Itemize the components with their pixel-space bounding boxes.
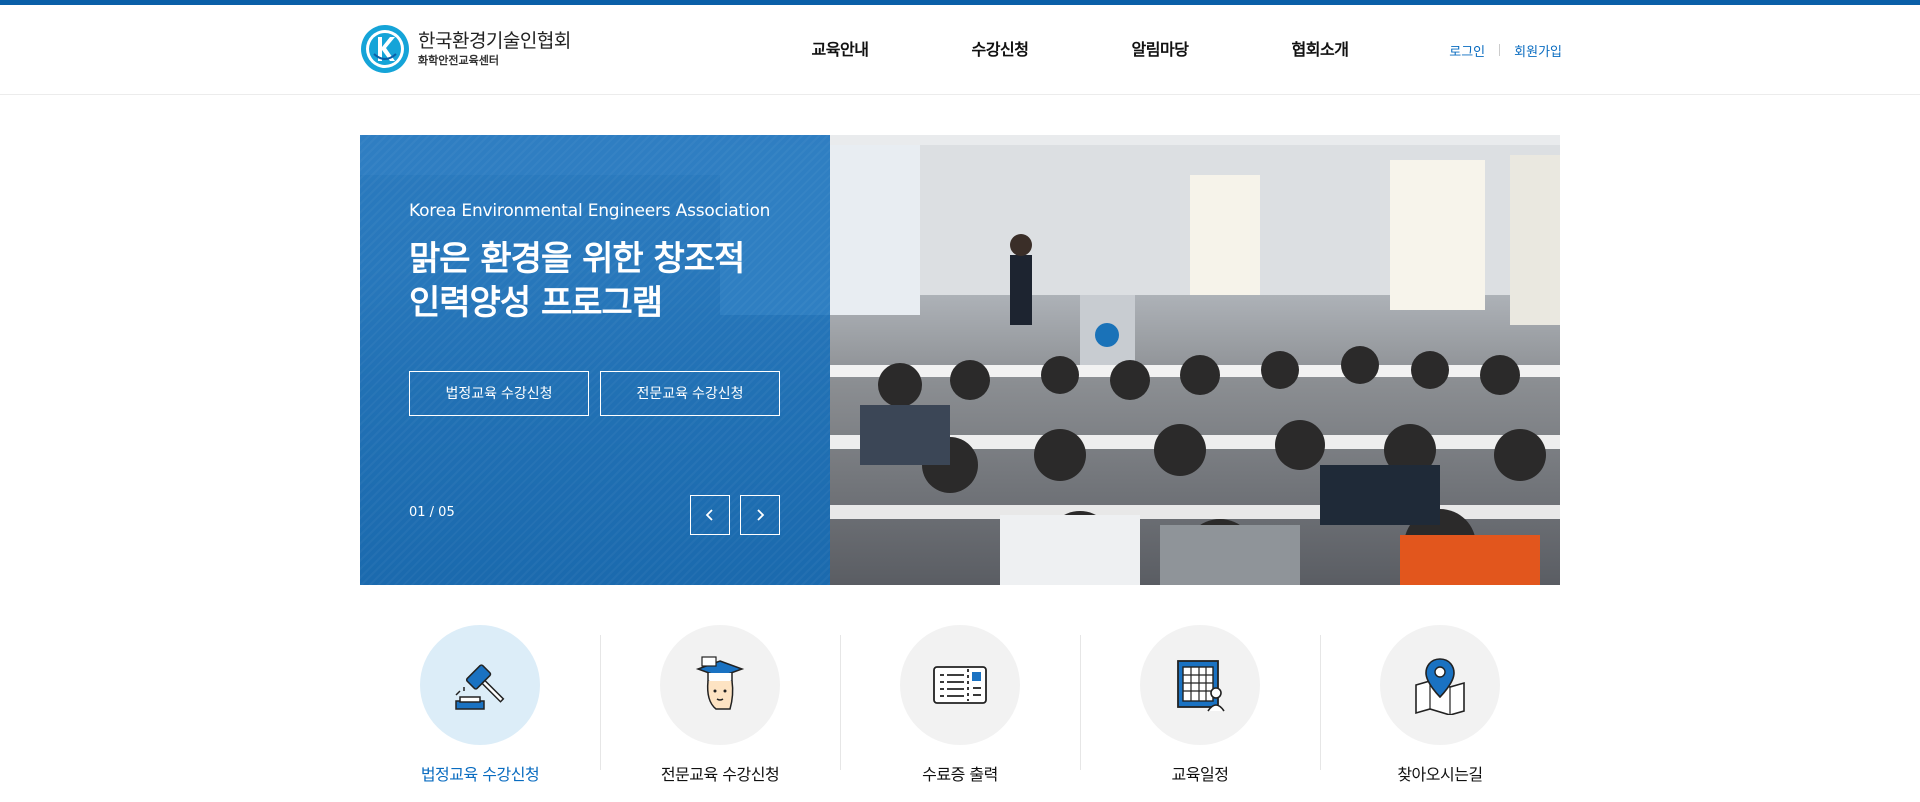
nav-item-about[interactable]: 협회소개 (1240, 5, 1400, 95)
main-navigation: 교육안내 수강신청 알림마당 협회소개 (760, 5, 1400, 95)
quick-link-education-schedule[interactable]: 교육일정 (1080, 625, 1320, 795)
signup-link[interactable]: 회원가입 (1514, 41, 1562, 60)
association-logo-icon (361, 25, 409, 73)
hero-headline-line-2: 인력양성 프로그램 (409, 283, 663, 323)
quick-link-label: 법정교육 수강신청 (420, 765, 540, 784)
gavel-icon (455, 664, 505, 710)
utility-divider (1499, 44, 1501, 56)
hero-text-panel: Korea Environmental Engineers Associatio… (360, 135, 830, 585)
quick-link-professional-education[interactable]: 전문교육 수강신청 (600, 625, 840, 795)
nav-item-education-info[interactable]: 교육안내 (760, 5, 920, 95)
site-header: 한국환경기술인협회 화학안전교육센터 교육안내 수강신청 알림마당 협회소개 로… (0, 5, 1920, 95)
quick-link-icon-circle (900, 625, 1020, 745)
slide-next-button[interactable] (740, 495, 780, 535)
statutory-education-enroll-button[interactable]: 법정교육 수강신청 (409, 371, 589, 416)
map-pin-icon (1415, 658, 1465, 715)
slide-prev-button[interactable] (690, 495, 730, 535)
quick-link-label: 전문교육 수강신청 (660, 765, 780, 784)
quick-link-statutory-education[interactable]: 법정교육 수강신청 (360, 625, 600, 795)
chevron-left-icon (705, 509, 713, 521)
quick-links: 법정교육 수강신청 전문교육 수강신청 수료증 출력 교육일정 찾아오시는길 (360, 625, 1560, 795)
quick-link-icon-circle (1140, 625, 1260, 745)
quick-link-certificate-print[interactable]: 수료증 출력 (840, 625, 1080, 795)
utility-links: 로그인 회원가입 (1449, 5, 1562, 95)
nav-item-enrollment[interactable]: 수강신청 (920, 5, 1080, 95)
professional-education-enroll-button[interactable]: 전문교육 수강신청 (600, 371, 780, 416)
quick-link-label: 찾아오시는길 (1397, 765, 1483, 784)
hero-headline-line-1: 맑은 환경을 위한 창조적 (409, 239, 745, 279)
quick-link-icon-circle (1380, 625, 1500, 745)
certificate-icon (933, 666, 987, 704)
hero-slider: Korea Environmental Engineers Associatio… (360, 135, 1560, 585)
graduate-icon (695, 656, 745, 710)
quick-link-label: 수료증 출력 (922, 765, 998, 784)
nav-item-notice[interactable]: 알림마당 (1080, 5, 1240, 95)
site-logo[interactable]: 한국환경기술인협회 화학안전교육센터 (360, 24, 571, 74)
quick-link-label: 교육일정 (1171, 765, 1229, 784)
quick-link-icon-circle (420, 625, 540, 745)
calendar-icon (1177, 660, 1225, 712)
hero-eyebrow: Korea Environmental Engineers Associatio… (409, 201, 771, 221)
slide-counter: 01 / 05 (409, 505, 455, 520)
chevron-right-icon (757, 509, 765, 521)
quick-link-directions[interactable]: 찾아오시는길 (1320, 625, 1560, 795)
brand-subtitle: 화학안전교육센터 (418, 54, 499, 67)
brand-title: 한국환경기술인협회 (418, 30, 571, 52)
hero-headline: 맑은 환경을 위한 창조적 인력양성 프로그램 (409, 237, 745, 325)
login-link[interactable]: 로그인 (1449, 41, 1485, 60)
quick-link-icon-circle (660, 625, 780, 745)
